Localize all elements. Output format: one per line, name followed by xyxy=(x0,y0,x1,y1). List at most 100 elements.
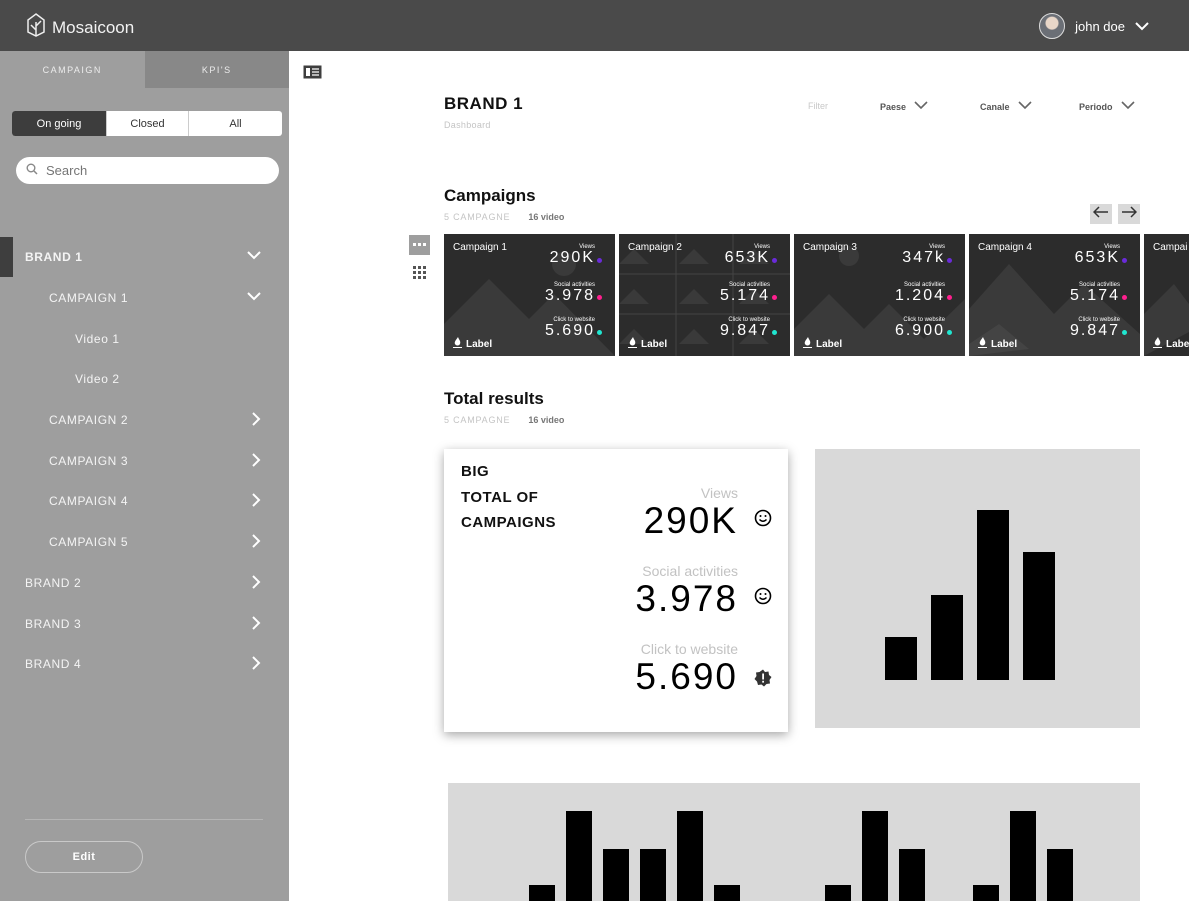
campaign-card[interactable]: Campaign 1 Views 290K Social activities … xyxy=(444,234,615,356)
filter-paese-label: Paese xyxy=(880,101,907,112)
smile-icon xyxy=(754,587,772,610)
chevron-right-icon[interactable] xyxy=(251,534,261,551)
tree-item-video-2[interactable]: Video 2 xyxy=(0,359,289,399)
bar-chart-small xyxy=(815,449,1140,728)
campaign-card[interactable]: Campaign 3 Views 347k Social activities … xyxy=(794,234,965,356)
big-total-title: BIG TOTAL OF CAMPAIGNS xyxy=(461,459,556,536)
social-dot xyxy=(597,295,602,300)
views-stat: Views 653K xyxy=(1075,244,1120,266)
social-value: 3.978 xyxy=(544,287,595,304)
views-total: Views 290K xyxy=(644,485,738,541)
tree-item-campaign-3[interactable]: CAMPAIGN 3 xyxy=(0,441,289,481)
tree-item-brand-2[interactable]: BRAND 2 xyxy=(0,563,289,603)
chart-bar xyxy=(603,849,629,901)
filter-ongoing-button[interactable]: On going xyxy=(12,111,106,136)
search-box xyxy=(16,157,279,184)
chart-bar xyxy=(899,849,925,901)
search-icon xyxy=(26,162,38,180)
click-dot xyxy=(1122,330,1127,335)
chevron-down-icon xyxy=(1135,19,1149,34)
card-label-text: Labe xyxy=(1166,338,1189,350)
social-stat: Social activities 5.174 xyxy=(1070,282,1120,304)
search-input[interactable] xyxy=(46,163,256,178)
chevron-right-icon[interactable] xyxy=(251,656,261,673)
campaign-card[interactable]: Campaign 4 Views 653K Social activities … xyxy=(969,234,1140,356)
card-label: Label xyxy=(978,337,1017,351)
filter-all-button[interactable]: All xyxy=(188,111,282,136)
filter-canale-dropdown[interactable]: Canale xyxy=(980,101,1032,112)
views-dot xyxy=(1122,258,1127,263)
tree-item-campaign-5[interactable]: CAMPAIGN 5 xyxy=(0,522,289,562)
chevron-right-icon[interactable] xyxy=(251,575,261,592)
top-bar: Mosaicoon john doe xyxy=(0,0,1189,51)
tree-item-label: BRAND 4 xyxy=(25,657,82,671)
views-value: 653K xyxy=(724,249,770,266)
app-logo[interactable]: Mosaicoon xyxy=(25,12,134,43)
social-label: Social activities xyxy=(642,563,738,579)
sidebar-tabs: CAMPAIGN KPI'S xyxy=(0,51,289,88)
chevron-right-icon[interactable] xyxy=(251,493,261,510)
page-title: BRAND 1 xyxy=(444,94,524,113)
tree-item-brand-4[interactable]: BRAND 4 xyxy=(0,644,289,684)
big-total-card[interactable]: BIG TOTAL OF CAMPAIGNS Views 290K Social… xyxy=(444,449,788,732)
click-value: 9.847 xyxy=(719,322,770,339)
filter-paese-dropdown[interactable]: Paese xyxy=(880,101,928,112)
filter-closed-button[interactable]: Closed xyxy=(106,111,188,136)
filter-periodo-dropdown[interactable]: Periodo xyxy=(1079,101,1135,112)
sidebar-toggle-icon[interactable] xyxy=(303,65,322,84)
chart-bar xyxy=(529,885,555,901)
views-stat: Views 347k xyxy=(902,244,945,266)
sidebar-divider xyxy=(25,819,263,820)
campaigns-title: Campaigns xyxy=(444,186,536,205)
chevron-down-icon xyxy=(1120,101,1135,112)
big-total-title-line: CAMPAIGNS xyxy=(461,514,557,531)
avatar[interactable] xyxy=(1039,13,1066,39)
card-label: Labe xyxy=(1153,337,1189,351)
campaigns-count: 5 CAMPAGNE xyxy=(444,212,511,222)
card-label: Label xyxy=(803,337,842,351)
campaign-name: Campaign 4 xyxy=(978,242,1032,253)
views-value: 290K xyxy=(643,500,738,541)
flame-icon xyxy=(1153,337,1162,351)
campaign-card[interactable]: Campaign 2 Views 653K Social activities … xyxy=(619,234,790,356)
chevron-right-icon[interactable] xyxy=(251,616,261,633)
tree-item-label: Video 1 xyxy=(75,332,120,346)
app-name: Mosaicoon xyxy=(52,17,135,37)
tab-campaign[interactable]: CAMPAIGN xyxy=(0,51,145,88)
chevron-right-icon[interactable] xyxy=(251,412,261,429)
tab-kpis[interactable]: KPI'S xyxy=(144,51,289,88)
arrow-right-icon xyxy=(1121,205,1138,223)
tree-item-campaign-1[interactable]: CAMPAIGN 1 xyxy=(0,278,289,318)
edit-button[interactable]: Edit xyxy=(25,841,143,873)
next-button[interactable] xyxy=(1118,204,1140,224)
social-value: 3.978 xyxy=(635,578,738,619)
chart-bar xyxy=(825,885,851,901)
chart-bar xyxy=(1010,811,1036,901)
tree-item-brand-1[interactable]: BRAND 1 xyxy=(0,237,289,277)
list-view-icon[interactable] xyxy=(409,235,430,255)
sidebar: CAMPAIGN KPI'S On going Closed All BRAND… xyxy=(0,51,289,901)
views-stat: Views 290K xyxy=(550,244,595,266)
campaign-card[interactable]: Campai Labe xyxy=(1144,234,1189,356)
chevron-down-icon xyxy=(1017,101,1032,112)
big-total-title-line: TOTAL OF xyxy=(461,488,539,506)
chart-bar xyxy=(566,811,592,901)
tree-item-video-1[interactable]: Video 1 xyxy=(0,319,289,359)
chevron-down-icon[interactable] xyxy=(247,290,261,304)
chevron-right-icon[interactable] xyxy=(251,453,261,470)
views-dot xyxy=(947,258,952,263)
grid-view-icon[interactable] xyxy=(409,262,430,282)
chart-bar xyxy=(885,637,917,680)
chart-bar xyxy=(677,811,703,901)
chart-bar xyxy=(714,885,740,901)
prev-button[interactable] xyxy=(1090,204,1112,224)
tree-item-campaign-2[interactable]: CAMPAIGN 2 xyxy=(0,400,289,440)
tree-item-brand-3[interactable]: BRAND 3 xyxy=(0,604,289,644)
social-dot xyxy=(947,295,952,300)
tree-item-campaign-4[interactable]: CAMPAIGN 4 xyxy=(0,481,289,521)
social-dot xyxy=(1122,295,1127,300)
social-total: Social activities 3.978 xyxy=(635,563,738,619)
chevron-down-icon[interactable] xyxy=(247,249,261,263)
views-stat: Views 653K xyxy=(725,244,770,266)
user-menu[interactable]: john doe xyxy=(1039,13,1149,39)
